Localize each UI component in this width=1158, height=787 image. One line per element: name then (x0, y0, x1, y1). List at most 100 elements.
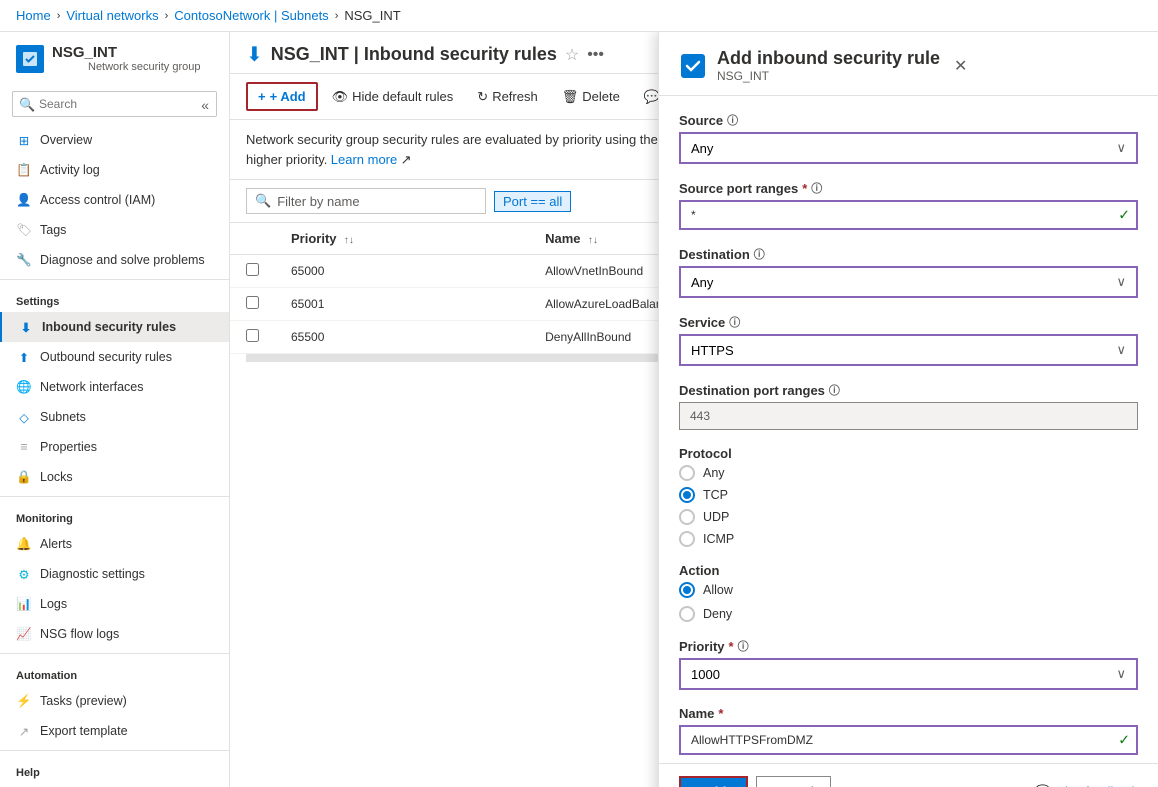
breadcrumb-current: NSG_INT (344, 8, 400, 23)
service-dropdown-arrow: ∨ (1116, 342, 1126, 358)
add-button[interactable]: + + Add (246, 82, 318, 111)
protocol-tcp-option[interactable]: TCP (679, 487, 728, 503)
breadcrumb-contoso[interactable]: ContosoNetwork | Subnets (174, 8, 328, 23)
source-port-info-icon[interactable]: ⓘ (811, 180, 822, 196)
tags-icon: 🏷 (16, 222, 32, 238)
panel-body: Source ⓘ Any ∨ Source port ranges * ⓘ (659, 96, 1158, 763)
breadcrumb-home[interactable]: Home (16, 8, 51, 23)
diagnose-icon: 🔧 (16, 252, 32, 268)
sidebar-item-label: Alerts (40, 537, 72, 551)
sidebar-item-alerts[interactable]: 🔔 Alerts (0, 529, 229, 559)
col-check-header (230, 223, 275, 255)
source-dropdown-arrow: ∨ (1116, 140, 1126, 156)
action-allow-label: Allow (703, 583, 733, 597)
protocol-any-option[interactable]: Any (679, 465, 725, 481)
sidebar-item-label: Diagnose and solve problems (40, 253, 205, 267)
refresh-button[interactable]: ↻ Refresh (467, 84, 547, 110)
row-checkbox[interactable] (230, 255, 275, 288)
protocol-any-radio[interactable] (679, 465, 695, 481)
action-label: Action (679, 563, 1138, 578)
protocol-udp-option[interactable]: UDP (679, 509, 729, 525)
name-input[interactable] (679, 725, 1138, 755)
search-input[interactable] (12, 91, 217, 117)
sidebar-item-label: Overview (40, 133, 92, 147)
collapse-sidebar-button[interactable]: « (201, 97, 209, 113)
priority-info-icon[interactable]: ⓘ (738, 638, 749, 654)
filter-input-container[interactable]: 🔍 Filter by name (246, 188, 486, 214)
sidebar-item-properties[interactable]: ≡ Properties (0, 432, 229, 462)
export-icon: ↗ (16, 723, 32, 739)
sidebar-item-export[interactable]: ↗ Export template (0, 716, 229, 746)
sidebar-item-activity-log[interactable]: 📋 Activity log (0, 155, 229, 185)
activity-icon: 📋 (16, 162, 32, 178)
source-select[interactable]: Any ∨ (679, 132, 1138, 164)
flowlogs-icon: 📈 (16, 626, 32, 642)
source-info-icon[interactable]: ⓘ (727, 112, 738, 128)
dest-port-info-icon[interactable]: ⓘ (829, 382, 840, 398)
service-field-group: Service ⓘ HTTPS ∨ (679, 314, 1138, 366)
page-header-icon: ⬇ (246, 42, 263, 67)
give-feedback-panel-link[interactable]: 💬 Give feedback (1035, 784, 1138, 787)
protocol-field-group: Protocol Any TCP (679, 446, 1138, 547)
row-checkbox[interactable] (230, 288, 275, 321)
sidebar: NSG_INT Network security group 🔍 « ⊞ Ove… (0, 32, 230, 787)
sidebar-item-effective-rules[interactable]: 🛡 Effective security rules (0, 783, 229, 787)
protocol-tcp-radio[interactable] (679, 487, 695, 503)
sidebar-item-network-interfaces[interactable]: 🌐 Network interfaces (0, 372, 229, 402)
favorite-button[interactable]: ☆ (565, 45, 579, 65)
row-priority: 65000 (275, 255, 529, 288)
destination-select[interactable]: Any ∨ (679, 266, 1138, 298)
source-label: Source ⓘ (679, 112, 1138, 128)
action-allow-radio[interactable] (679, 582, 695, 598)
resource-type: Network security group (88, 61, 201, 73)
row-checkbox[interactable] (230, 321, 275, 354)
panel-close-button[interactable]: ✕ (950, 52, 971, 80)
name-input-container: ✓ (679, 725, 1138, 755)
panel-add-button[interactable]: Add (679, 776, 748, 787)
sidebar-item-outbound-rules[interactable]: ⬆ Outbound security rules (0, 342, 229, 372)
dest-port-input[interactable] (679, 402, 1138, 430)
sidebar-item-logs[interactable]: 📊 Logs (0, 589, 229, 619)
protocol-udp-radio[interactable] (679, 509, 695, 525)
row-priority: 65500 (275, 321, 529, 354)
protocol-udp-label: UDP (703, 510, 729, 524)
priority-select[interactable]: 1000 ∨ (679, 658, 1138, 690)
add-rule-panel: Add inbound security rule NSG_INT ✕ Sour… (658, 32, 1158, 787)
delete-button[interactable]: 🗑 Delete (552, 84, 630, 110)
destination-info-icon[interactable]: ⓘ (754, 246, 765, 262)
search-icon: 🔍 (19, 97, 35, 113)
sidebar-item-inbound-rules[interactable]: ⬇ Inbound security rules (0, 312, 229, 342)
sidebar-item-tasks[interactable]: ⚡ Tasks (preview) (0, 686, 229, 716)
access-icon: 👤 (16, 192, 32, 208)
protocol-icmp-label: ICMP (703, 532, 734, 546)
action-allow-option[interactable]: Allow (679, 582, 1138, 598)
hide-defaults-button[interactable]: 👁 Hide default rules (322, 84, 464, 110)
sidebar-item-subnets[interactable]: ◇ Subnets (0, 402, 229, 432)
sidebar-item-tags[interactable]: 🏷 Tags (0, 215, 229, 245)
sidebar-item-label: Diagnostic settings (40, 567, 145, 581)
sidebar-item-locks[interactable]: 🔒 Locks (0, 462, 229, 492)
sidebar-item-diagnose[interactable]: 🔧 Diagnose and solve problems (0, 245, 229, 275)
filter-tag-port[interactable]: Port == all (494, 191, 571, 212)
more-options-button[interactable]: ••• (587, 46, 604, 64)
name-check-icon: ✓ (1118, 732, 1130, 749)
learn-more-link[interactable]: Learn more (331, 152, 397, 167)
protocol-icmp-radio[interactable] (679, 531, 695, 547)
breadcrumb-vnet[interactable]: Virtual networks (66, 8, 158, 23)
panel-cancel-button[interactable]: Cancel (756, 776, 830, 787)
sidebar-item-nsg-flow-logs[interactable]: 📈 NSG flow logs (0, 619, 229, 649)
destination-field-group: Destination ⓘ Any ∨ (679, 246, 1138, 298)
service-info-icon[interactable]: ⓘ (729, 314, 740, 330)
sidebar-item-overview[interactable]: ⊞ Overview (0, 125, 229, 155)
action-deny-radio[interactable] (679, 606, 695, 622)
action-deny-option[interactable]: Deny (679, 606, 1138, 622)
service-select[interactable]: HTTPS ∨ (679, 334, 1138, 366)
col-priority-header[interactable]: Priority ↑↓ (275, 223, 529, 255)
source-port-input[interactable] (679, 200, 1138, 230)
delete-icon: 🗑 (562, 89, 579, 105)
sidebar-item-diag-settings[interactable]: ⚙ Diagnostic settings (0, 559, 229, 589)
priority-field-group: Priority * ⓘ 1000 ∨ (679, 638, 1138, 690)
panel-footer: Add Cancel 💬 Give feedback (659, 763, 1158, 787)
protocol-icmp-option[interactable]: ICMP (679, 531, 734, 547)
sidebar-item-access-control[interactable]: 👤 Access control (IAM) (0, 185, 229, 215)
